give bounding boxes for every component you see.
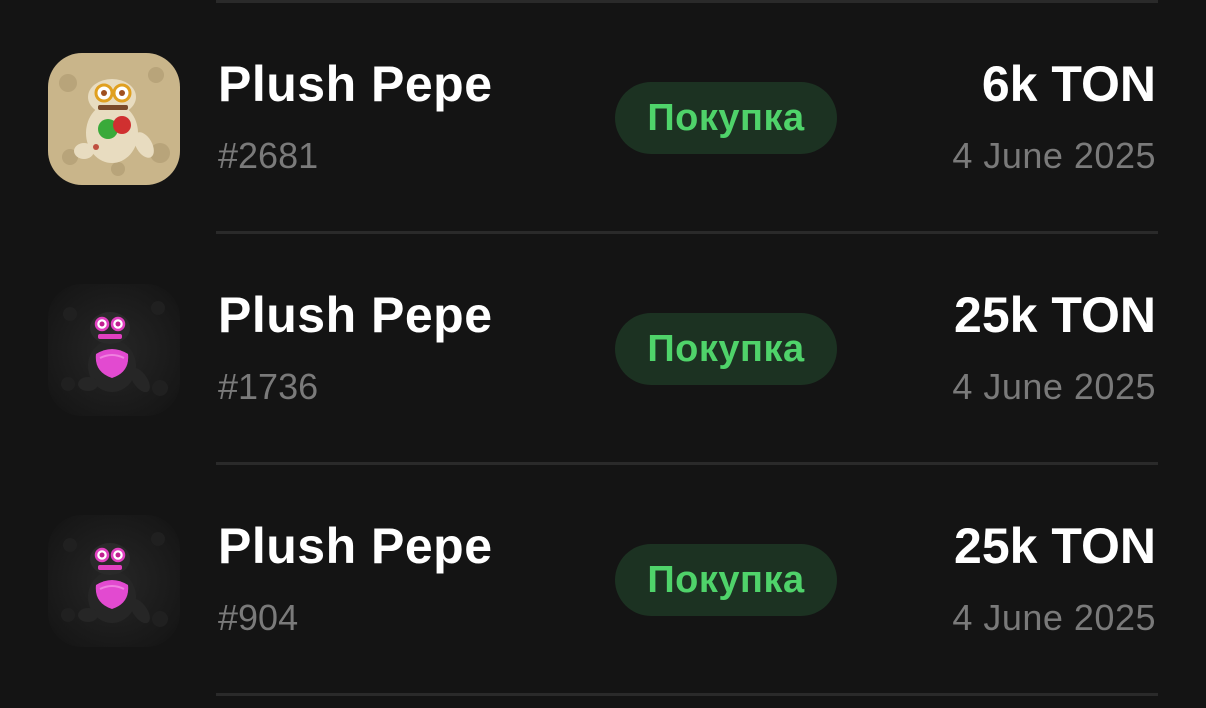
item-price: 25k TON <box>954 287 1156 343</box>
item-price: 25k TON <box>954 518 1156 574</box>
item-title: Plush Pepe <box>218 518 493 574</box>
item-date: 4 June 2025 <box>952 366 1156 407</box>
list-item[interactable]: Plush Pepe #2681 Покупка 6k TON 4 June 2… <box>0 1 1206 229</box>
status-badge: Покупка <box>615 82 837 154</box>
item-number: #2681 <box>218 135 319 176</box>
plush-pepe-tan-icon <box>48 53 180 185</box>
item-date: 4 June 2025 <box>952 135 1156 176</box>
plush-pepe-black-pink-icon <box>48 515 180 647</box>
status-badge: Покупка <box>615 544 837 616</box>
divider <box>216 693 1158 696</box>
list-item[interactable]: Plush Pepe #904 Покупка 25k TON 4 June 2… <box>0 463 1206 691</box>
item-date: 4 June 2025 <box>952 597 1156 638</box>
item-number: #904 <box>218 597 299 638</box>
plush-pepe-black-pink-icon <box>48 284 180 416</box>
item-title: Plush Pepe <box>218 287 493 343</box>
item-title: Plush Pepe <box>218 56 493 112</box>
transaction-list: Plush Pepe #2681 Покупка 6k TON 4 June 2… <box>0 0 1206 708</box>
item-price: 6k TON <box>981 56 1156 112</box>
list-item[interactable]: Plush Pepe #1736 Покупка 25k TON 4 June … <box>0 232 1206 460</box>
status-badge: Покупка <box>615 313 837 385</box>
item-number: #1736 <box>218 366 319 407</box>
